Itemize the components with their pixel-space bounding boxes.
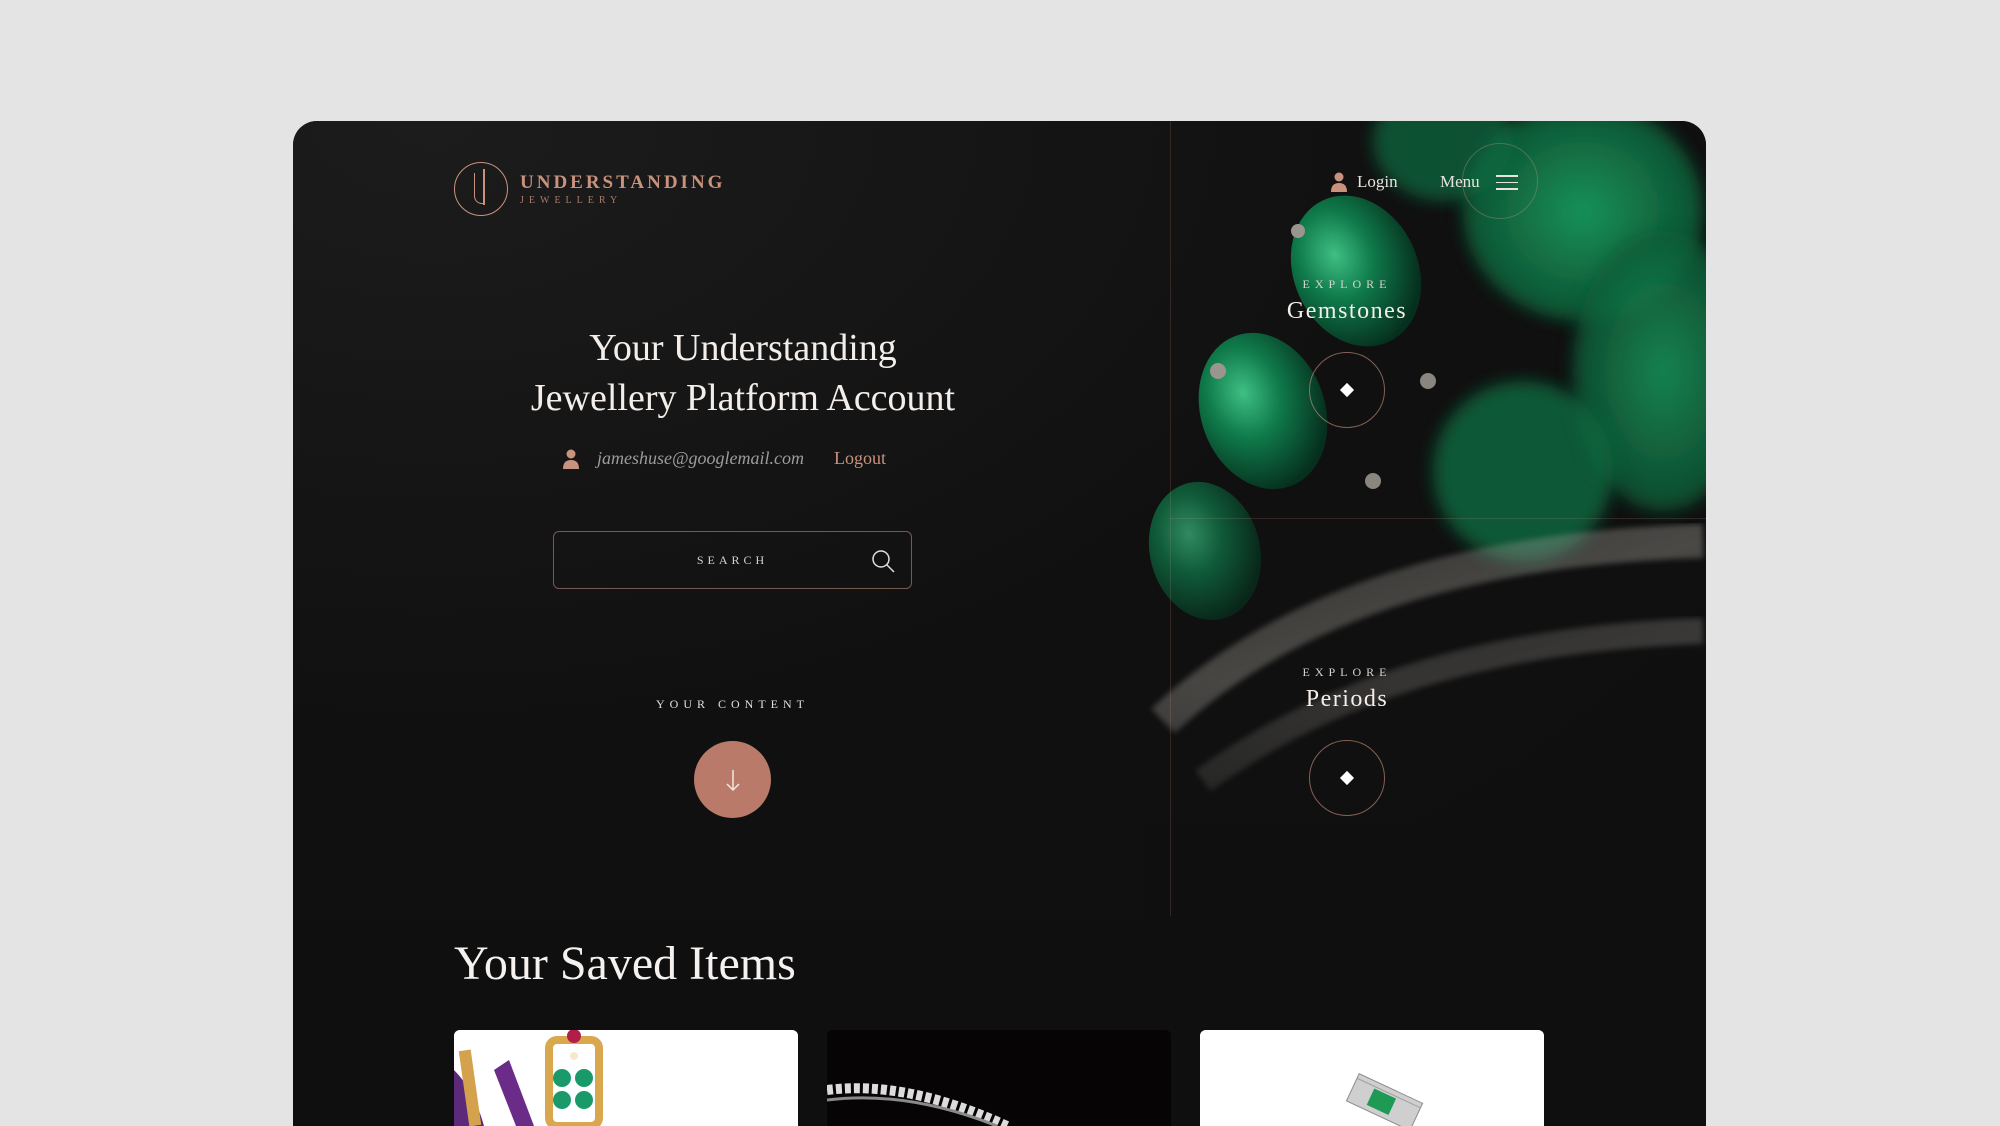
- explore-title: Periods: [1305, 686, 1389, 712]
- explore-periods[interactable]: EXPLORE Periods: [1207, 665, 1487, 713]
- account-email: jameshuse@googlemail.com: [597, 448, 805, 468]
- brand-title: UNDERSTANDING: [520, 172, 726, 193]
- search-placeholder: SEARCH: [696, 553, 769, 567]
- diamond-icon: [1339, 770, 1355, 786]
- login-label: Login: [1357, 172, 1398, 191]
- explore-periods-button[interactable]: [1309, 740, 1385, 816]
- explore-label: EXPLORE: [1302, 277, 1392, 291]
- user-icon: [1331, 172, 1347, 192]
- brand-logo[interactable]: UNDERSTANDING JEWELLERY: [454, 162, 725, 216]
- saved-item-card[interactable]: [1200, 1030, 1544, 1126]
- diamond-icon: [1339, 382, 1355, 398]
- explore-gemstones-button[interactable]: [1309, 352, 1385, 428]
- explore-gemstones[interactable]: EXPLORE Gemstones: [1207, 277, 1487, 325]
- saved-item-image: [1200, 1030, 1544, 1126]
- login-link[interactable]: Login: [1331, 172, 1398, 192]
- saved-items-title: Your Saved Items: [454, 937, 796, 990]
- your-content-label: YOUR CONTENT: [656, 697, 809, 711]
- user-icon: [563, 449, 579, 469]
- arrow-down-icon: [725, 769, 740, 791]
- app-frame: UNDERSTANDING JEWELLERY Login Menu Your …: [293, 121, 1706, 1126]
- logo-mark-icon: [454, 162, 508, 216]
- scroll-down-button[interactable]: [694, 741, 771, 818]
- brand-subtitle: JEWELLERY: [520, 195, 623, 206]
- explore-label: EXPLORE: [1302, 665, 1392, 679]
- grid-line-horizontal: [1170, 518, 1706, 519]
- saved-item-image: [454, 1030, 798, 1126]
- page-title-line2: Jewellery Platform Account: [530, 377, 956, 419]
- page-title: Your Understanding Jewellery Platform Ac…: [403, 323, 1083, 423]
- search-input[interactable]: SEARCH: [553, 531, 912, 589]
- saved-item-card[interactable]: [454, 1030, 798, 1126]
- search-icon[interactable]: [871, 549, 895, 573]
- gemstone-image: [1143, 121, 1706, 921]
- account-info: jameshuse@googlemail.com Logout: [563, 448, 886, 469]
- saved-item-card[interactable]: [827, 1030, 1171, 1126]
- logout-link[interactable]: Logout: [834, 448, 886, 469]
- explore-title: Gemstones: [1286, 298, 1408, 324]
- hamburger-icon[interactable]: [1496, 175, 1518, 195]
- menu-label[interactable]: Menu: [1440, 172, 1480, 192]
- page-title-line1: Your Understanding: [589, 327, 897, 369]
- saved-item-image: [827, 1030, 1171, 1126]
